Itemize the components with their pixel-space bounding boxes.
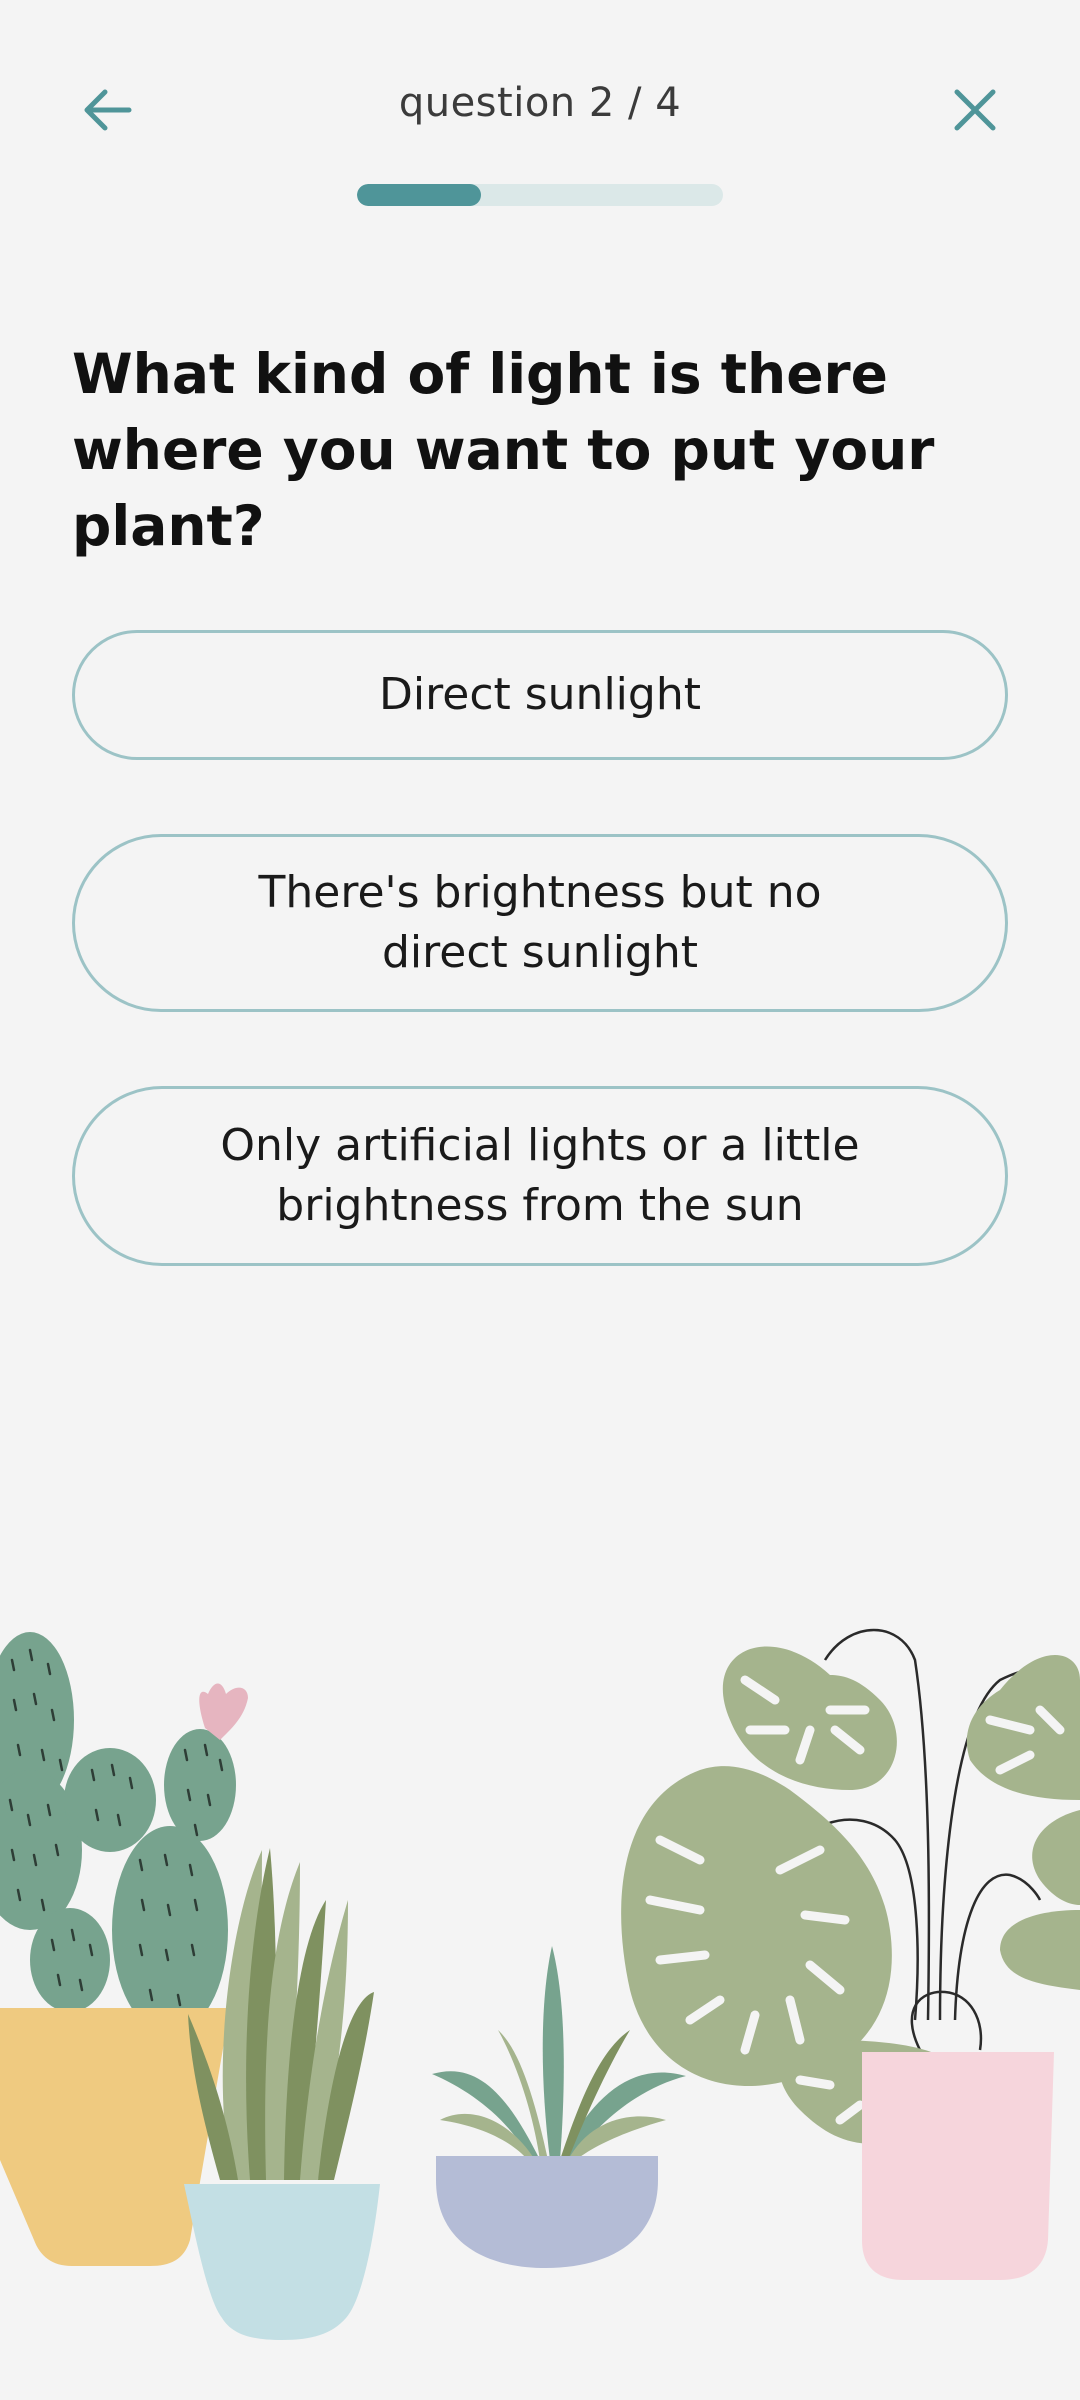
- progress-bar: [357, 184, 723, 206]
- monstera-plant: [621, 1628, 1080, 2280]
- quiz-header: question 2 / 4: [0, 0, 1080, 220]
- question-title: What kind of light is there where you wa…: [72, 342, 935, 558]
- question-counter: question 2 / 4: [398, 80, 682, 126]
- option-low-light[interactable]: Only artificial lights or a little brigh…: [72, 1086, 1008, 1266]
- option-bright-indirect[interactable]: There's brightness but no direct sunligh…: [72, 834, 1008, 1012]
- cactus-plant: [0, 1632, 248, 2266]
- option-label: Only artificial lights or a little brigh…: [220, 1120, 860, 1231]
- close-icon: [954, 89, 996, 131]
- houseplants-illustration: [0, 1628, 1080, 2340]
- option-label: There's brightness but no direct sunligh…: [258, 867, 822, 978]
- option-direct-sunlight[interactable]: Direct sunlight: [72, 630, 1008, 760]
- close-button[interactable]: [930, 72, 1020, 148]
- option-label: Direct sunlight: [379, 669, 701, 720]
- progress-fill: [357, 184, 482, 206]
